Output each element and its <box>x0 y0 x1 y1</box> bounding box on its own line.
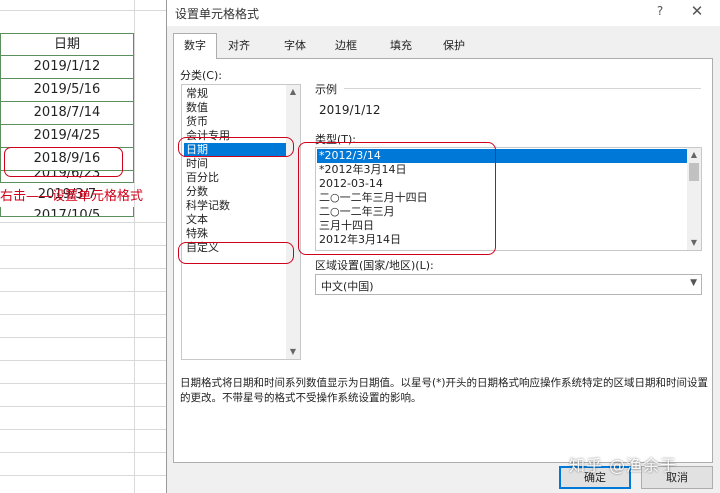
grid-line <box>0 222 168 223</box>
category-item-percentage[interactable]: 百分比 <box>184 171 284 185</box>
sample-divider <box>344 88 701 89</box>
date-category-annotation <box>178 137 294 157</box>
category-list[interactable]: 常规 数值 货币 会计专用 日期 时间 百分比 分数 科学记数 文本 特殊 自定… <box>181 84 301 360</box>
grid-line <box>0 337 168 338</box>
right-click-note: 右击——设置单元格格式 <box>0 189 144 204</box>
type-scrollbar[interactable]: ▲ ▼ <box>687 148 701 250</box>
spreadsheet-area: 日期 2019/1/12 2019/5/16 2018/7/14 2019/4/… <box>0 0 168 493</box>
date-cell[interactable]: 2018/7/14 <box>0 102 134 125</box>
grid-line <box>0 245 168 246</box>
category-item-time[interactable]: 时间 <box>184 157 284 171</box>
screen: 日期 2019/1/12 2019/5/16 2018/7/14 2019/4/… <box>0 0 720 493</box>
date-cell[interactable]: 2019/1/12 <box>0 56 134 79</box>
watermark: 知乎 @渔余于 <box>569 456 678 475</box>
grid-line <box>0 291 168 292</box>
sample-value: 2019/1/12 <box>319 103 381 117</box>
date-cell[interactable]: 2019/5/16 <box>0 79 134 102</box>
category-item-currency[interactable]: 货币 <box>184 115 284 129</box>
grid-line <box>0 314 168 315</box>
close-button[interactable]: ✕ <box>686 2 708 22</box>
grid-line <box>0 360 168 361</box>
scroll-down-icon[interactable]: ▼ <box>687 236 701 250</box>
column-header-cell[interactable]: 日期 <box>0 33 134 56</box>
locale-label: 区域设置(国家/地区)(L): <box>315 259 434 272</box>
locale-dropdown[interactable]: 中文(中国) ▼ <box>315 274 702 295</box>
date-cell[interactable]: 2017/10/5 <box>0 207 134 217</box>
format-cells-dialog: 设置单元格格式 ? ✕ 数字 对齐 字体 边框 填充 保护 分类(C): 常规 … <box>166 0 720 493</box>
tab-alignment[interactable]: 对齐 <box>221 36 257 58</box>
tab-fill[interactable]: 填充 <box>383 36 419 58</box>
locale-value: 中文(中国) <box>321 280 374 293</box>
grid-line <box>134 0 135 493</box>
help-button[interactable]: ? <box>651 4 669 22</box>
type-list-annotation <box>298 142 496 255</box>
scroll-thumb[interactable] <box>689 163 699 181</box>
tab-protection[interactable]: 保护 <box>436 36 472 58</box>
category-item-fraction[interactable]: 分数 <box>184 185 284 199</box>
grid-line <box>0 452 168 453</box>
tab-font[interactable]: 字体 <box>277 36 313 58</box>
scroll-up-icon[interactable]: ▲ <box>286 85 300 99</box>
grid-line <box>0 268 168 269</box>
selected-cell-annotation <box>4 147 123 177</box>
category-item-special[interactable]: 特殊 <box>184 227 284 241</box>
scroll-up-icon[interactable]: ▲ <box>687 148 701 162</box>
category-item-number[interactable]: 数值 <box>184 101 284 115</box>
category-item-scientific[interactable]: 科学记数 <box>184 199 284 213</box>
date-cell[interactable]: 2019/4/25 <box>0 125 134 148</box>
dialog-titlebar: 设置单元格格式 ? ✕ <box>167 0 720 26</box>
format-description: 日期格式将日期和时间系列数值显示为日期值。以星号(*)开头的日期格式响应操作系统… <box>180 377 708 404</box>
category-item-text[interactable]: 文本 <box>184 213 284 227</box>
chevron-down-icon[interactable]: ▼ <box>690 278 697 288</box>
scroll-down-icon[interactable]: ▼ <box>286 345 300 359</box>
tab-number[interactable]: 数字 <box>173 33 217 59</box>
sample-label: 示例 <box>315 83 337 96</box>
grid-line <box>0 429 168 430</box>
grid-line <box>0 475 168 476</box>
grid-line <box>0 383 168 384</box>
grid-line <box>0 10 168 11</box>
dialog-title: 设置单元格格式 <box>175 7 260 21</box>
custom-category-annotation <box>178 242 294 264</box>
tab-border[interactable]: 边框 <box>328 36 364 58</box>
category-item-general[interactable]: 常规 <box>184 87 284 101</box>
category-label: 分类(C): <box>180 69 222 82</box>
grid-line <box>0 406 168 407</box>
